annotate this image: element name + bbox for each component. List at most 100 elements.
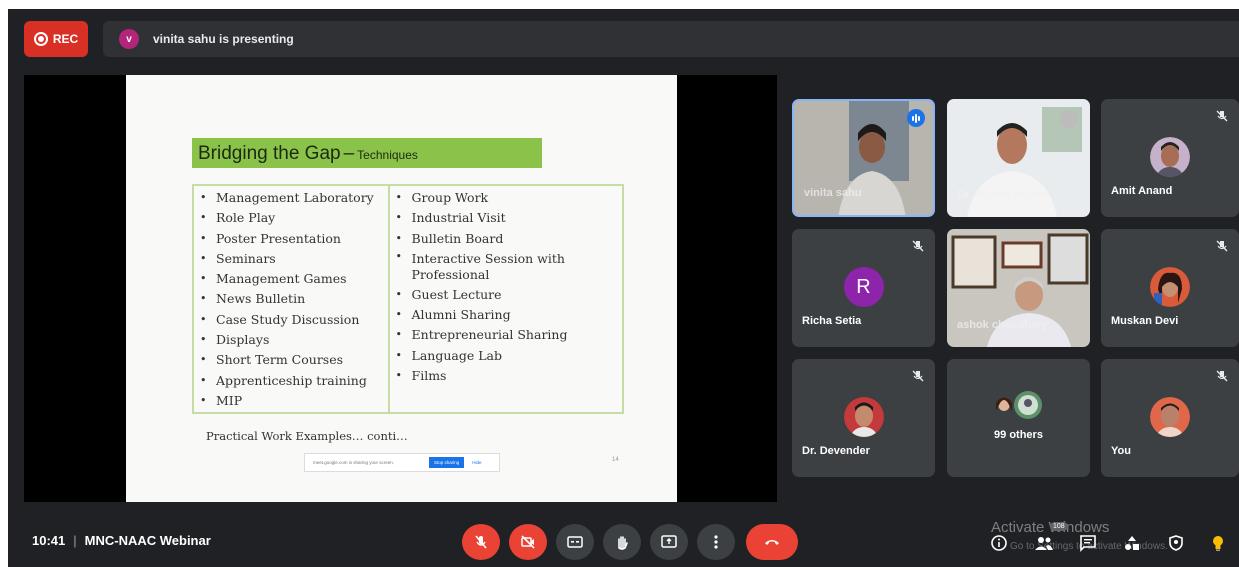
- participant-name: You: [1111, 445, 1131, 457]
- more-vert-icon: [714, 535, 718, 549]
- screen-share-notice: meet.google.com is sharing your screen. …: [304, 453, 500, 472]
- participant-tile-ashok[interactable]: ashok chaudhary: [947, 229, 1090, 347]
- presenting-banner: v vinita sahu is presenting: [103, 21, 1239, 57]
- mic-off-icon: [912, 370, 924, 382]
- participant-avatar: [1150, 137, 1190, 177]
- mic-off-icon: [912, 240, 924, 252]
- list-item: Role Play: [200, 208, 388, 229]
- list-item: MIP: [200, 391, 388, 412]
- captions-button[interactable]: [556, 524, 594, 560]
- participant-avatar: [1150, 397, 1190, 437]
- list-item: Case Study Discussion: [200, 310, 388, 331]
- participant-name: Dr. Rajesh Kumar: [957, 189, 1049, 201]
- techniques-right-column: Group Work Industrial Visit Bulletin Boa…: [390, 186, 622, 412]
- share-notice-text: meet.google.com is sharing your screen.: [313, 460, 395, 465]
- list-item: Displays: [200, 330, 388, 351]
- host-controls-button[interactable]: [1166, 533, 1186, 553]
- others-avatars: [991, 391, 1042, 419]
- participant-name: Muskan Devi: [1111, 315, 1179, 327]
- techniques-left-column: Management Laboratory Role Play Poster P…: [194, 186, 390, 412]
- participant-name: vinita sahu: [804, 187, 862, 199]
- participant-tile-amit[interactable]: Amit Anand: [1101, 99, 1239, 217]
- presentation-stage: Bridging the Gap – Techniques Management…: [24, 75, 777, 502]
- lightbulb-button[interactable]: [1208, 533, 1228, 553]
- slide-footer-text: Practical Work Examples… conti…: [206, 429, 408, 443]
- participant-avatar: R: [843, 267, 884, 307]
- slide-page-number: 14: [612, 457, 619, 463]
- mic-off-icon: [1216, 110, 1228, 122]
- camera-toggle-button[interactable]: [509, 524, 547, 560]
- info-icon: [991, 535, 1007, 551]
- speaking-indicator-icon: [907, 109, 925, 127]
- hide-button[interactable]: Hide: [472, 460, 481, 465]
- participant-name: Amit Anand: [1111, 185, 1173, 197]
- activities-button[interactable]: [1122, 533, 1142, 553]
- participant-name: ashok chaudhary: [957, 319, 1048, 331]
- bottom-bar: 10:41 | MNC-NAAC Webinar Activate Windows …: [8, 519, 1239, 567]
- list-item: Poster Presentation: [200, 229, 388, 250]
- activities-icon: [1125, 536, 1139, 550]
- chat-icon: [1080, 535, 1096, 552]
- mic-off-icon: [475, 535, 487, 549]
- others-tile[interactable]: 99 others: [947, 359, 1090, 477]
- participant-name: Richa Setia: [802, 315, 862, 327]
- recording-indicator[interactable]: REC: [24, 21, 88, 57]
- list-item: Guest Lecture: [396, 285, 622, 306]
- meeting-details-button[interactable]: [989, 533, 1009, 553]
- people-icon: [1035, 537, 1053, 550]
- meeting-title: MNC-NAAC Webinar: [84, 533, 211, 548]
- techniques-table: Management Laboratory Role Play Poster P…: [192, 184, 624, 414]
- people-button[interactable]: [1034, 533, 1054, 553]
- lightbulb-icon: [1213, 536, 1223, 551]
- participant-avatar: [843, 397, 884, 437]
- meeting-info: 10:41 | MNC-NAAC Webinar: [32, 533, 211, 548]
- participant-tile-devender[interactable]: Dr. Devender: [792, 359, 935, 477]
- mic-off-icon: [1216, 240, 1228, 252]
- list-item: Management Laboratory: [200, 188, 388, 209]
- list-item: Seminars: [200, 249, 388, 270]
- slide-title: Bridging the Gap – Techniques: [192, 138, 542, 168]
- participant-tile-muskan[interactable]: Muskan Devi: [1101, 229, 1239, 347]
- top-bar: REC v vinita sahu is presenting: [8, 21, 1239, 57]
- shield-icon: [1169, 535, 1183, 551]
- raise-hand-button[interactable]: [603, 524, 641, 560]
- list-item: Management Games: [200, 269, 388, 290]
- list-item: Group Work: [396, 188, 622, 209]
- presenting-text: vinita sahu is presenting: [153, 32, 294, 46]
- participant-tile-richa[interactable]: R Richa Setia: [792, 229, 935, 347]
- shared-slide: Bridging the Gap – Techniques Management…: [126, 75, 677, 502]
- mic-toggle-button[interactable]: [462, 524, 500, 560]
- record-icon: [33, 32, 48, 46]
- slide-title-main: Bridging the Gap: [198, 143, 341, 164]
- participant-tile-you[interactable]: You: [1101, 359, 1239, 477]
- chat-button[interactable]: [1078, 533, 1098, 553]
- participant-avatar: [1150, 267, 1190, 307]
- people-count-badge: 108: [1050, 522, 1068, 531]
- leave-call-button[interactable]: [746, 524, 798, 560]
- list-item: Language Lab: [396, 346, 622, 367]
- present-now-button[interactable]: [650, 524, 688, 560]
- slide-title-sub: Techniques: [357, 148, 418, 162]
- participant-name: Dr. Devender: [802, 445, 870, 457]
- stop-sharing-button[interactable]: Stop sharing: [429, 457, 465, 468]
- participant-tile-vinita[interactable]: vinita sahu: [792, 99, 935, 217]
- clock-time: 10:41: [32, 533, 66, 548]
- rec-label: REC: [52, 32, 79, 46]
- list-item: Apprenticeship training: [200, 371, 388, 392]
- camera-off-icon: [521, 535, 535, 549]
- others-count: 99 others: [994, 429, 1043, 441]
- hand-icon: [618, 536, 628, 550]
- list-item: Films: [396, 366, 622, 387]
- info-separator: |: [73, 533, 77, 548]
- list-item: Industrial Visit: [396, 208, 622, 229]
- more-options-button[interactable]: [697, 524, 735, 560]
- presenter-avatar: v: [119, 29, 139, 49]
- list-item: Entrepreneurial Sharing: [396, 325, 622, 346]
- mic-off-icon: [1216, 370, 1228, 382]
- list-item: News Bulletin: [200, 289, 388, 310]
- slide-title-dash: –: [343, 143, 355, 164]
- present-screen-icon: [661, 535, 677, 548]
- captions-icon: [567, 536, 583, 548]
- list-item: Bulletin Board: [396, 229, 622, 250]
- participant-tile-2[interactable]: Dr. Rajesh Kumar: [947, 99, 1090, 217]
